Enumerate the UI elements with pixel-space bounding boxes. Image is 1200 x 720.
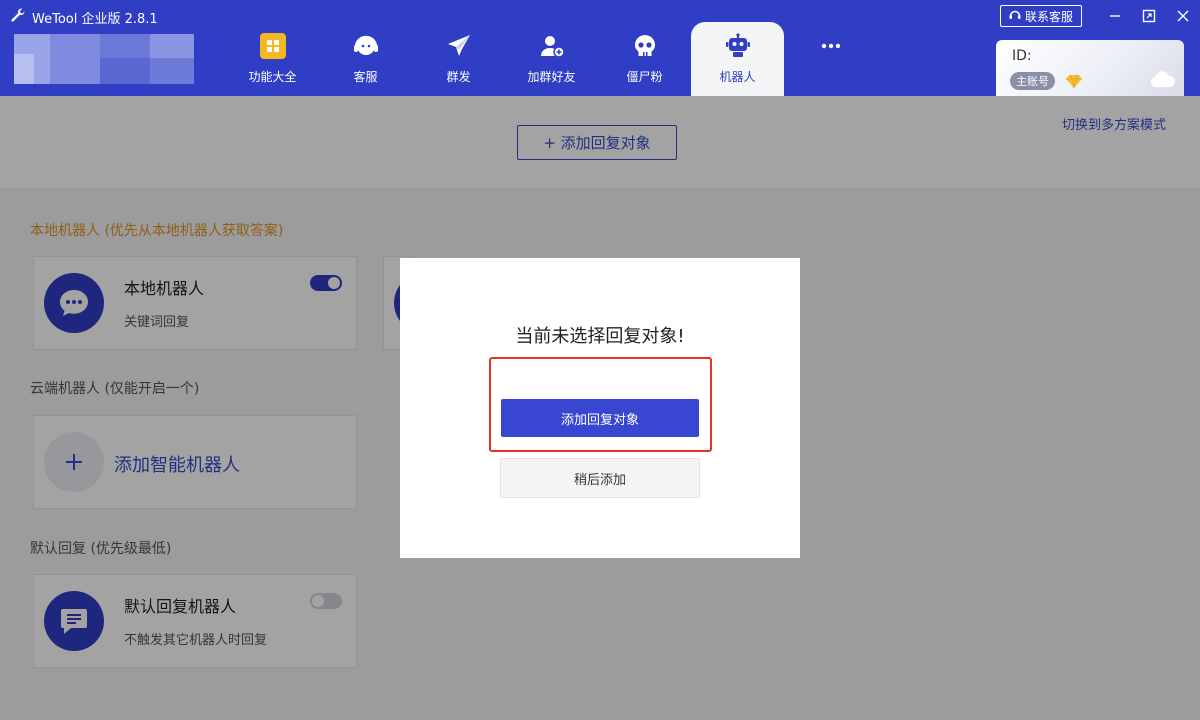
headset-icon — [352, 32, 380, 60]
nav-item-add-group-friends[interactable]: 加群好友 — [505, 22, 598, 96]
window-controls: 联系客服 — [999, 4, 1200, 28]
robot-icon — [724, 32, 752, 60]
nav-label: 机器人 — [719, 70, 756, 84]
nav-item-features[interactable]: 功能大全 — [226, 22, 319, 96]
nav-label: 功能大全 — [248, 70, 297, 84]
cloud-icon — [1150, 70, 1176, 92]
nav-item-robot[interactable]: 机器人 — [691, 22, 784, 96]
dialog-title: 当前未选择回复对象! — [515, 326, 685, 347]
contact-support-label: 联系客服 — [1024, 9, 1073, 24]
headset-small-icon — [1009, 9, 1021, 24]
nav-item-zombie-fans[interactable]: 僵尸粉 — [598, 22, 691, 96]
nav-item-more[interactable] — [784, 22, 877, 96]
add-later-button[interactable]: 稍后添加 — [500, 458, 700, 498]
main-nav: 功能大全 客服 群发 加群好友 僵尸粉 机器人 — [226, 22, 877, 96]
account-id-label: ID: — [1012, 48, 1032, 64]
skull-icon — [631, 32, 659, 60]
minimize-icon[interactable] — [1098, 4, 1132, 28]
top-bar: WeTool 企业版 2.8.1 功能大全 客服 群发 加群好友 僵尸粉 机器人… — [0, 0, 1200, 96]
nav-item-customer-service[interactable]: 客服 — [319, 22, 412, 96]
contact-support-button[interactable]: 联系客服 — [999, 5, 1082, 27]
app-title-text: WeTool 企业版 2.8.1 — [32, 11, 158, 27]
no-target-dialog: 当前未选择回复对象! 添加回复对象 稍后添加 — [400, 258, 800, 558]
nav-item-broadcast[interactable]: 群发 — [412, 22, 505, 96]
more-icon — [817, 32, 845, 60]
app-title: WeTool 企业版 2.8.1 — [10, 7, 158, 27]
maximize-icon[interactable] — [1132, 4, 1166, 28]
blurred-logo — [14, 34, 194, 84]
nav-label: 客服 — [353, 70, 378, 84]
nav-label: 群发 — [446, 70, 471, 84]
nav-label: 僵尸粉 — [626, 70, 663, 84]
diamond-icon — [1066, 73, 1082, 92]
grid-icon — [259, 32, 287, 60]
account-card[interactable]: ID: 主账号 — [996, 40, 1184, 96]
main-account-badge: 主账号 — [1010, 72, 1055, 90]
add-friend-icon — [538, 32, 566, 60]
wrench-icon — [10, 7, 26, 27]
add-reply-target-confirm-button[interactable]: 添加回复对象 — [501, 399, 699, 437]
close-icon[interactable] — [1166, 4, 1200, 28]
nav-label: 加群好友 — [527, 70, 576, 84]
paper-plane-icon — [445, 32, 473, 60]
